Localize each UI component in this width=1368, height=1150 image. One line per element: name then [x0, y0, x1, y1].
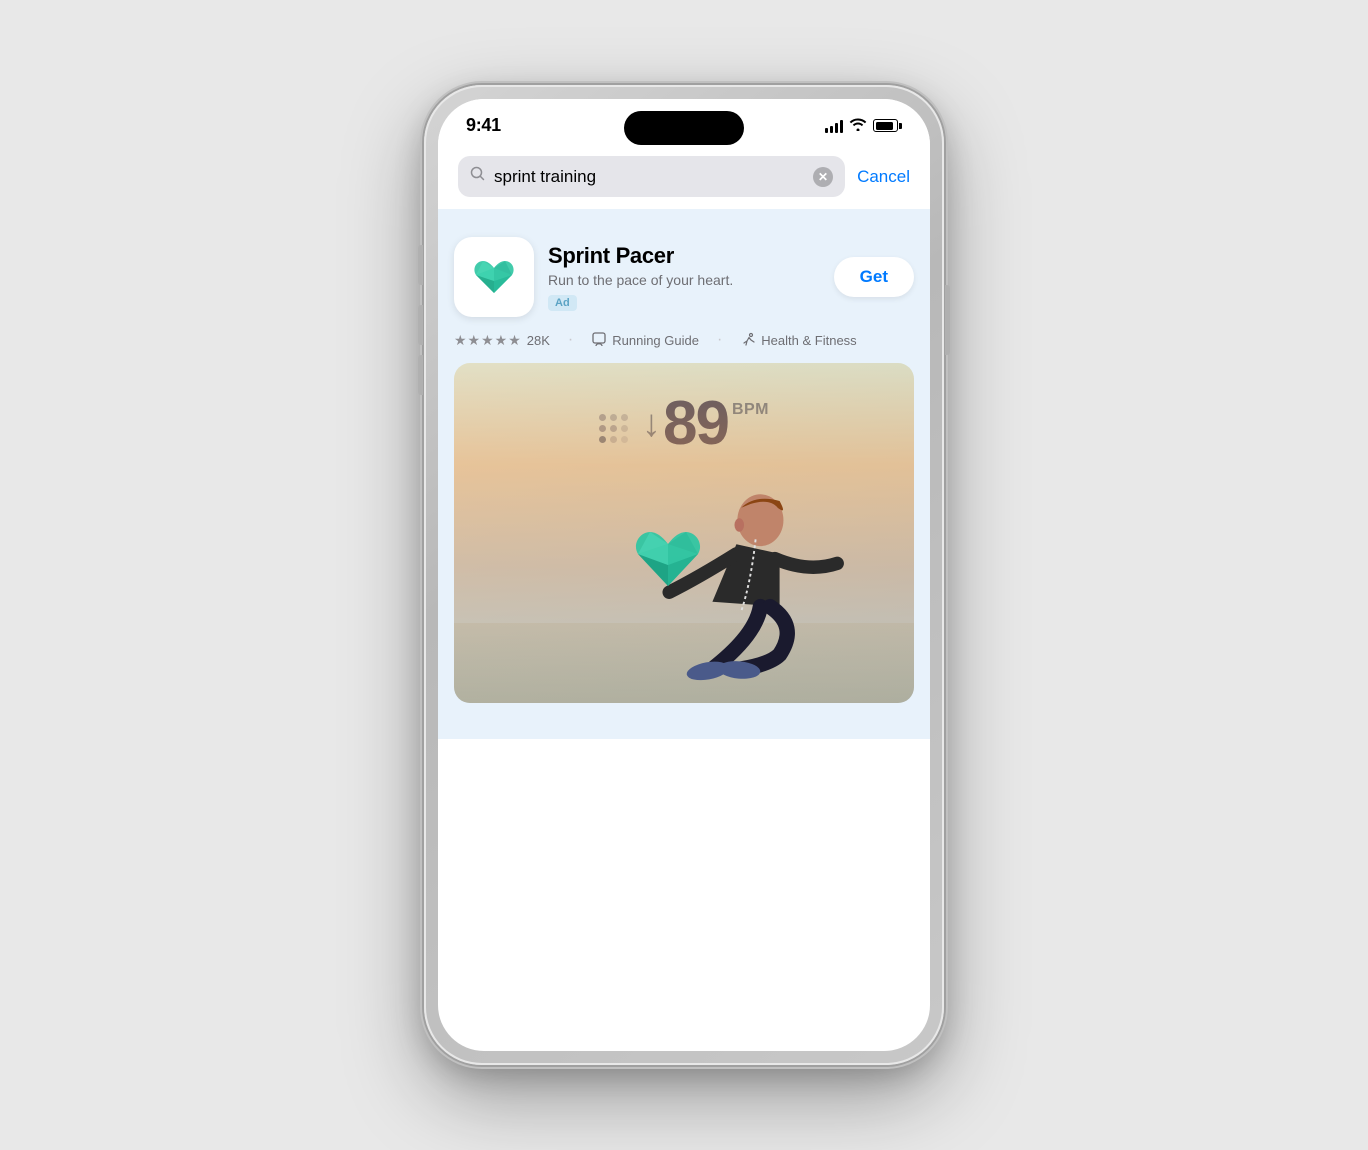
- search-clear-button[interactable]: ✕: [813, 167, 833, 187]
- search-input-text: sprint training: [494, 167, 805, 187]
- status-icons: [825, 117, 902, 134]
- search-icon: [470, 166, 486, 187]
- phone-screen: 9:41: [438, 99, 930, 1051]
- signal-bars-icon: [825, 119, 843, 133]
- heart-logo-overlay: [628, 518, 708, 603]
- rating-item: ★★★★★ 28K: [454, 332, 550, 349]
- status-bar: 9:41: [438, 99, 930, 146]
- stars-icon: ★★★★★: [454, 332, 522, 349]
- app-icon-graphic: [468, 251, 520, 303]
- running-guide-item: Running Guide: [591, 332, 699, 348]
- ad-badge: Ad: [548, 295, 577, 311]
- cancel-button[interactable]: Cancel: [857, 167, 910, 187]
- runner-icon: [740, 332, 756, 348]
- app-subtitle: Run to the pace of your heart.: [548, 272, 820, 288]
- person-icon: [591, 332, 607, 348]
- app-top-row: Sprint Pacer Run to the pace of your hea…: [454, 237, 914, 317]
- meta-separator-2: ·: [717, 331, 722, 349]
- search-bar[interactable]: sprint training ✕: [458, 156, 845, 197]
- search-bar-row: sprint training ✕ Cancel: [458, 156, 910, 197]
- app-icon[interactable]: [454, 237, 534, 317]
- scene-container: [454, 363, 914, 703]
- health-fitness-item: Health & Fitness: [740, 332, 856, 348]
- app-result-card: Sprint Pacer Run to the pace of your hea…: [454, 229, 914, 719]
- meta-row: ★★★★★ 28K · Running Guide ·: [454, 331, 914, 349]
- rating-count: 28K: [527, 333, 550, 348]
- content-area: Sprint Pacer Run to the pace of your hea…: [438, 209, 930, 739]
- battery-icon: [873, 119, 902, 132]
- app-name: Sprint Pacer: [548, 243, 820, 269]
- get-button[interactable]: Get: [834, 257, 914, 297]
- health-fitness-label: Health & Fitness: [761, 333, 856, 348]
- app-info: Sprint Pacer Run to the pace of your hea…: [548, 243, 820, 311]
- screenshot-card[interactable]: ↓ 89 BPM: [454, 363, 914, 703]
- search-section: sprint training ✕ Cancel: [438, 146, 930, 209]
- running-guide-label: Running Guide: [612, 333, 699, 348]
- meta-separator-1: ·: [568, 331, 573, 349]
- phone-wrapper: 9:41: [424, 85, 944, 1065]
- phone-frame: 9:41: [424, 85, 944, 1065]
- status-time: 9:41: [466, 115, 501, 136]
- dynamic-island: [624, 111, 744, 145]
- wifi-icon: [849, 117, 867, 134]
